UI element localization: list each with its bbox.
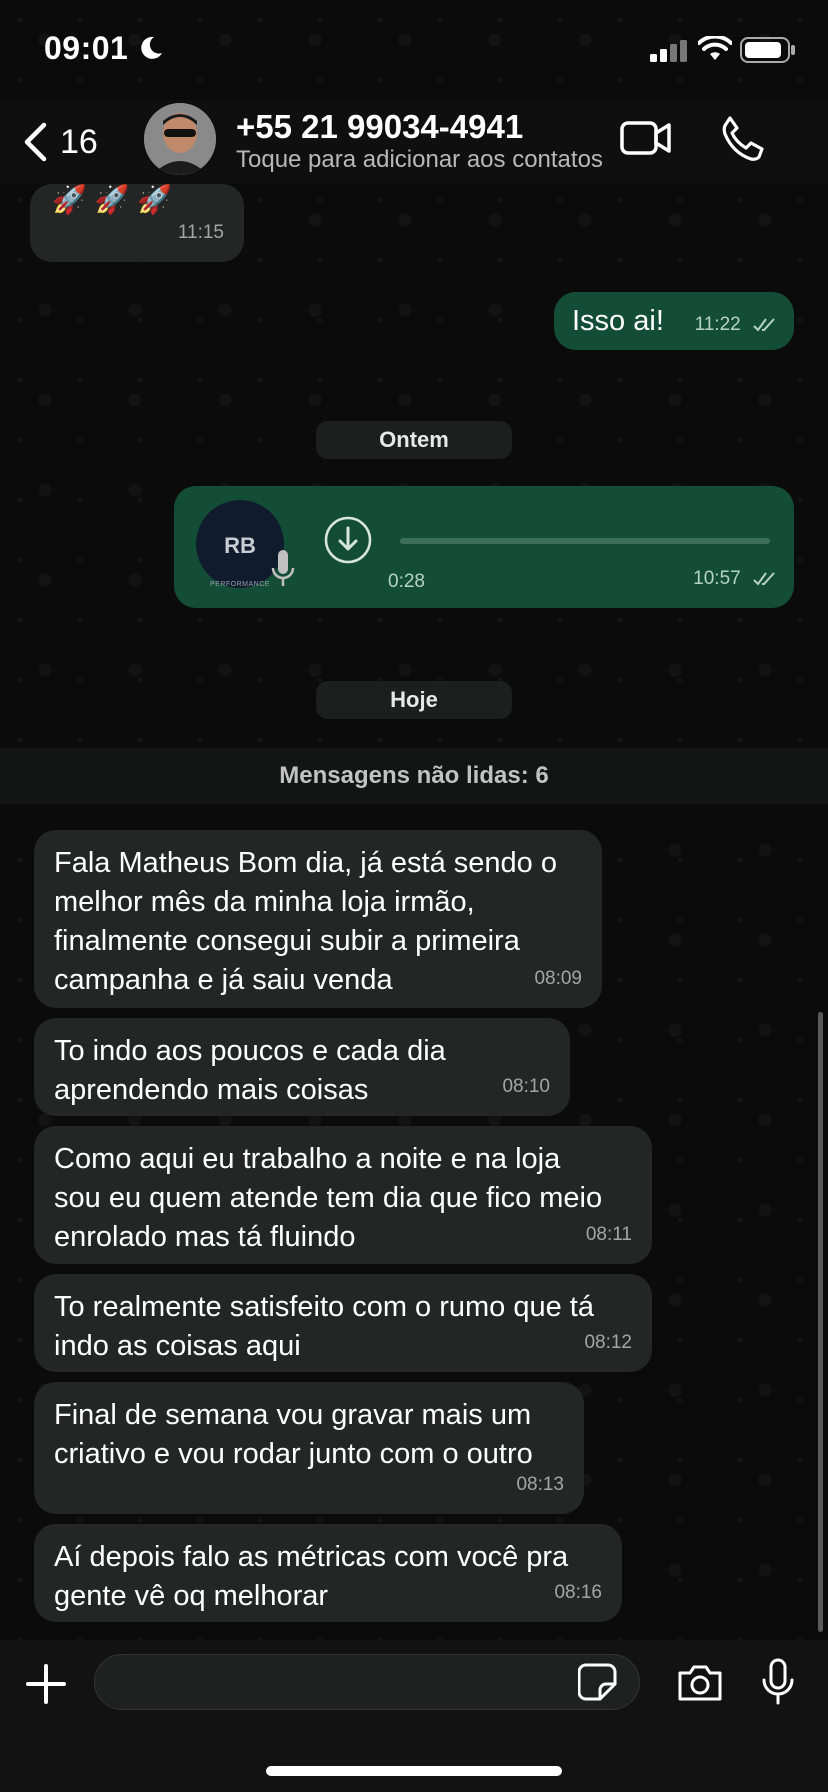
message-line: melhor mês da minha loja irmão, [54, 886, 475, 918]
person-photo-icon [144, 103, 216, 175]
message-line: indo as coisas aqui [54, 1330, 301, 1362]
message-time: 08:13 [516, 1474, 564, 1495]
status-time: 09:01 [44, 30, 129, 66]
signal-icon [650, 40, 687, 62]
battery-icon [740, 37, 795, 63]
message-bubble-incoming[interactable]: Como aqui eu trabalho a noite e na loja … [34, 1126, 652, 1264]
message-line: enrolado mas tá fluindo [54, 1221, 356, 1253]
chat-scrollbar[interactable] [818, 1012, 823, 1632]
contact-subtitle[interactable]: Toque para adicionar aos contatos [236, 146, 606, 174]
message-text: Aí depois falo as métricas com você pra … [34, 1524, 622, 1616]
unread-messages-banner: Mensagens não lidas: 6 [0, 748, 828, 804]
message-line: aprendendo mais coisas [54, 1074, 369, 1106]
message-bubble-outgoing[interactable]: Isso ai! 11:22 [554, 292, 794, 350]
message-text: Isso ai! [572, 305, 664, 337]
unread-chats-count: 16 [60, 122, 98, 161]
phone-call-icon[interactable] [720, 114, 764, 162]
message-text: Final de semana vou gravar mais um criat… [34, 1382, 584, 1474]
message-meta: 11:22 [695, 305, 778, 344]
message-line: sou eu quem atende tem dia que fico meio [54, 1182, 603, 1214]
message-time: 08:09 [534, 968, 582, 989]
message-line: Final de semana vou gravar mais um [54, 1399, 532, 1431]
back-button[interactable]: 16 [22, 118, 98, 166]
download-icon[interactable] [322, 514, 374, 566]
message-line: Fala Matheus Bom dia, já está sendo o [54, 847, 557, 879]
sticker-icon[interactable] [578, 1662, 618, 1702]
camera-icon[interactable] [676, 1664, 724, 1702]
microphone-icon[interactable] [760, 1658, 796, 1706]
message-line: To realmente satisfeito com o rumo que t… [54, 1291, 594, 1323]
message-time: 08:12 [584, 1332, 632, 1353]
status-bar: 09:01 [0, 0, 828, 100]
message-text: Fala Matheus Bom dia, já está sendo o me… [34, 830, 602, 1000]
message-line: To indo aos poucos e cada dia [54, 1035, 446, 1067]
message-bubble-incoming[interactable]: Fala Matheus Bom dia, já está sendo o me… [34, 830, 602, 1008]
voice-message-bubble[interactable]: RB PERFORMANCE 0:28 10:57 [174, 486, 794, 608]
message-line: Como aqui eu trabalho a noite e na loja [54, 1143, 561, 1175]
read-receipt-icon [753, 318, 775, 332]
plus-icon[interactable] [24, 1662, 68, 1706]
date-separator-today: Hoje [316, 681, 512, 719]
message-time: 08:16 [554, 1582, 602, 1603]
message-input[interactable] [94, 1654, 640, 1710]
home-indicator [266, 1766, 562, 1776]
voice-progress-track[interactable] [400, 538, 770, 544]
moon-icon [141, 36, 162, 59]
video-call-icon[interactable] [620, 118, 672, 158]
rocket-emoji-row: 🚀 🚀 🚀 [52, 184, 173, 215]
contact-avatar[interactable] [144, 103, 216, 175]
message-time: 11:15 [177, 222, 224, 243]
message-text: To realmente satisfeito com o rumo que t… [34, 1274, 652, 1366]
microphone-icon [271, 550, 295, 586]
message-time: 10:57 [693, 568, 741, 589]
message-composer [0, 1640, 828, 1792]
message-line: Aí depois falo as métricas com você pra [54, 1541, 569, 1573]
message-line: criativo e vou rodar junto com o outro [54, 1438, 533, 1470]
message-line: gente vê oq melhorar [54, 1580, 329, 1612]
message-bubble-incoming[interactable]: Final de semana vou gravar mais um criat… [34, 1382, 584, 1514]
chat-header: 16 +55 21 99034-4941 Toque para adiciona… [0, 100, 828, 184]
date-separator-yesterday: Ontem [316, 421, 512, 459]
voice-duration: 0:28 [388, 571, 425, 592]
message-bubble-incoming[interactable]: Aí depois falo as métricas com você pra … [34, 1524, 622, 1622]
message-meta: 10:57 [693, 559, 778, 598]
message-line: finalmente consegui subir a primeira [54, 925, 520, 957]
message-text: Como aqui eu trabalho a noite e na loja … [34, 1126, 652, 1257]
message-text: To indo aos poucos e cada dia aprendendo… [34, 1018, 570, 1110]
message-time: 08:11 [585, 1224, 632, 1245]
wifi-icon [698, 36, 732, 60]
message-bubble-incoming[interactable]: To realmente satisfeito com o rumo que t… [34, 1274, 652, 1372]
chevron-left-icon [24, 122, 47, 162]
message-bubble-incoming[interactable]: To indo aos poucos e cada dia aprendendo… [34, 1018, 570, 1116]
message-time: 11:22 [694, 314, 741, 335]
read-receipt-icon [753, 572, 775, 586]
message-time: 08:10 [502, 1076, 550, 1097]
contact-name[interactable]: +55 21 99034-4941 [236, 108, 523, 146]
message-bubble-incoming[interactable]: 🚀 🚀 🚀 11:15 [30, 184, 244, 262]
message-line: campanha e já saiu venda [54, 964, 393, 996]
